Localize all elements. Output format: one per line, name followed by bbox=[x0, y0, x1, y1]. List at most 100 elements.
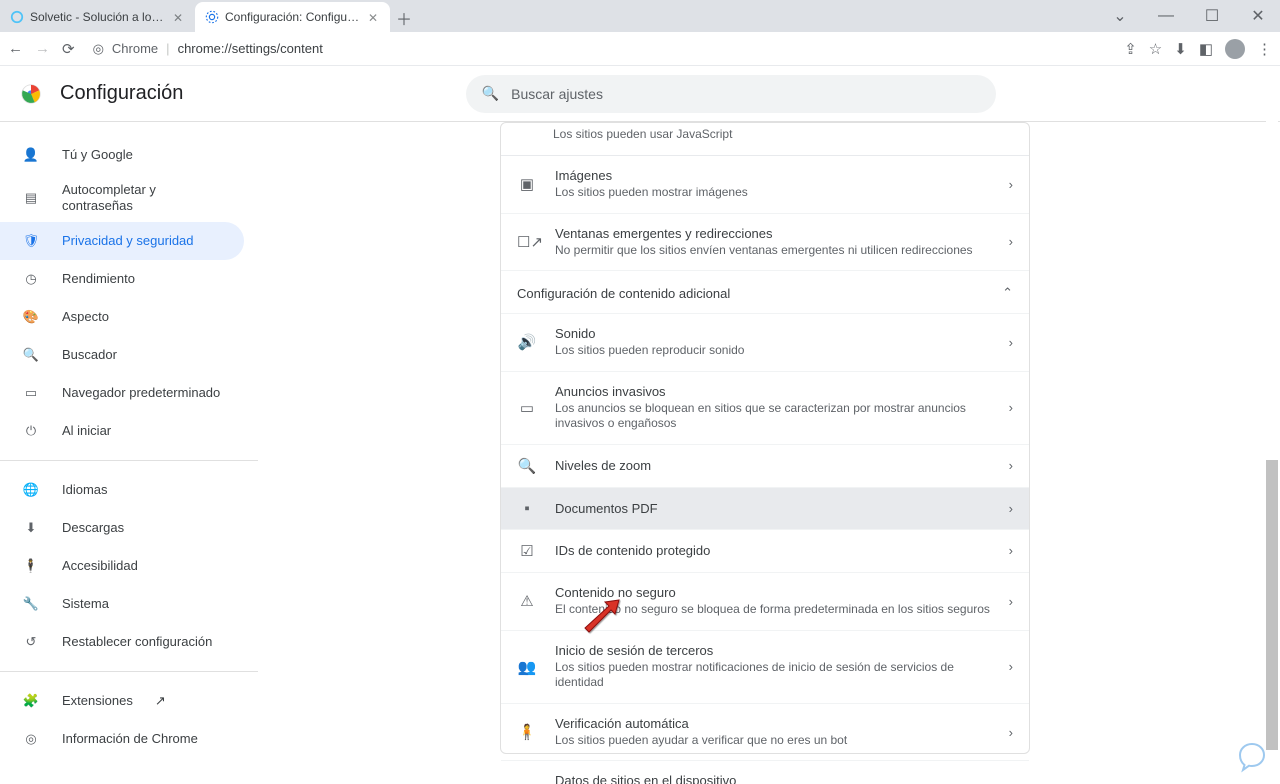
truncated-row-subtitle: Los sitios pueden usar JavaScript bbox=[501, 123, 1029, 156]
url-text: chrome://settings/content bbox=[178, 41, 323, 56]
settings-sidebar: 👤 Tú y Google ▤Autocompletar y contraseñas… bbox=[0, 122, 258, 784]
sidebar-item[interactable]: 🎨Aspecto bbox=[0, 298, 244, 336]
chevron-right-icon: › bbox=[1009, 234, 1013, 249]
autofill-icon: ▤ bbox=[22, 190, 40, 206]
person-icon: 👤 bbox=[22, 147, 40, 163]
content-setting-row[interactable]: ▭Anuncios invasivosLos anuncios se bloqu… bbox=[501, 372, 1029, 445]
additional-content-section-header[interactable]: Configuración de contenido adicional⌃ bbox=[501, 271, 1029, 314]
sidebar-item-label: Tú y Google bbox=[62, 147, 133, 163]
sidebar-item[interactable]: 🧩Extensiones↗ bbox=[0, 682, 244, 720]
page-title: Configuración bbox=[60, 82, 183, 105]
settings-search-input[interactable]: 🔍 Buscar ajustes bbox=[466, 75, 996, 113]
sidebar-item-label: Buscador bbox=[62, 347, 117, 363]
sidebar-item[interactable]: 👤 Tú y Google bbox=[0, 136, 244, 174]
bookmark-icon[interactable]: ☆ bbox=[1149, 40, 1162, 58]
row-subtitle: Los sitios pueden mostrar notificaciones… bbox=[555, 660, 991, 691]
address-bar[interactable]: ◎ Chrome | chrome://settings/content bbox=[85, 41, 1115, 57]
forward-button[interactable]: → bbox=[35, 40, 50, 58]
sidebar-item-label: Extensiones bbox=[62, 693, 133, 709]
content-setting-row[interactable]: ▪Documentos PDF› bbox=[501, 488, 1029, 530]
sidebar-item[interactable]: 🔍Buscador bbox=[0, 336, 244, 374]
content-setting-row[interactable]: 🧍Verificación automáticaLos sitios puede… bbox=[501, 704, 1029, 762]
sidebar-item[interactable]: 🔧 Sistema bbox=[0, 585, 244, 623]
zoom-icon: 🔍 bbox=[517, 457, 537, 475]
sidebar-item[interactable]: ▭Navegador predeterminado bbox=[0, 374, 244, 412]
sound-icon: 🔊 bbox=[517, 333, 537, 351]
chevron-right-icon: › bbox=[1009, 543, 1013, 558]
site-info-icon[interactable]: ◎ bbox=[93, 41, 104, 57]
window-controls: ⌄ ― ☐ ✕ bbox=[1106, 0, 1272, 32]
sidebar-item[interactable]: ◎ Información de Chrome bbox=[0, 720, 244, 758]
tab-title: Configuración: Configuración d bbox=[225, 10, 362, 24]
settings-main: Los sitios pueden usar JavaScript▣Imágen… bbox=[258, 122, 1280, 784]
tab-strip: Solvetic - Solución a los proble ✕ Confi… bbox=[0, 0, 1280, 32]
sidebar-item[interactable]: ▤Autocompletar y contraseñas bbox=[0, 174, 244, 222]
chevron-right-icon: › bbox=[1009, 335, 1013, 350]
content-setting-row[interactable]: ⚠Contenido no seguroEl contenido no segu… bbox=[501, 573, 1029, 631]
share-icon[interactable]: ⇪ bbox=[1124, 40, 1137, 58]
row-title: Documentos PDF bbox=[555, 501, 991, 516]
row-subtitle: Los anuncios se bloquean en sitios que s… bbox=[555, 401, 991, 432]
section-title: Configuración de contenido adicional bbox=[517, 286, 730, 301]
globe-icon: 🌐 bbox=[22, 482, 40, 498]
row-title: Imágenes bbox=[555, 168, 991, 183]
chevron-right-icon: › bbox=[1009, 177, 1013, 192]
sidebar-item-label: Navegador predeterminado bbox=[62, 385, 220, 401]
sidebar-item-label: Información de Chrome bbox=[62, 731, 198, 747]
row-title: Inicio de sesión de terceros bbox=[555, 643, 991, 658]
sidebar-item[interactable]: ⏻Al iniciar bbox=[0, 412, 244, 450]
help-bubble-icon[interactable] bbox=[1234, 740, 1270, 776]
sidebar-item[interactable]: 🕴 Accesibilidad bbox=[0, 547, 244, 585]
row-title: Ventanas emergentes y redirecciones bbox=[555, 226, 991, 241]
shield-icon: 🛡 bbox=[22, 233, 40, 249]
row-subtitle: Los sitios pueden ayudar a verificar que… bbox=[555, 733, 991, 749]
solvetic-favicon bbox=[10, 10, 24, 24]
browser-tab-active[interactable]: Configuración: Configuración d ✕ bbox=[195, 2, 390, 32]
content-setting-row[interactable]: ☑IDs de contenido protegido› bbox=[501, 530, 1029, 573]
sidebar-item-label: Rendimiento bbox=[62, 271, 135, 287]
back-button[interactable]: ← bbox=[8, 40, 23, 58]
content-setting-row[interactable]: 👥Inicio de sesión de tercerosLos sitios … bbox=[501, 631, 1029, 704]
sidebar-item[interactable]: ↺Restablecer configuración bbox=[0, 623, 244, 661]
content-setting-row[interactable]: 🔍Niveles de zoom› bbox=[501, 445, 1029, 488]
content-setting-row[interactable]: 🔊SonidoLos sitios pueden reproducir soni… bbox=[501, 314, 1029, 372]
minimize-icon[interactable]: ― bbox=[1152, 7, 1180, 25]
maximize-icon[interactable]: ☐ bbox=[1198, 6, 1226, 26]
scrollbar-thumb[interactable] bbox=[1266, 460, 1278, 750]
accessibility-icon: 🕴 bbox=[22, 558, 40, 574]
reload-button[interactable]: ⟳ bbox=[62, 40, 75, 58]
browser-tab[interactable]: Solvetic - Solución a los proble ✕ bbox=[0, 2, 195, 32]
new-tab-button[interactable]: ＋ bbox=[390, 4, 418, 32]
chrome-icon: ◎ bbox=[22, 731, 40, 747]
close-tab-icon[interactable]: ✕ bbox=[368, 11, 380, 23]
sidebar-item-label: Al iniciar bbox=[62, 423, 111, 439]
search-placeholder: Buscar ajustes bbox=[511, 86, 603, 102]
download-icon[interactable]: ⬇ bbox=[1174, 40, 1187, 58]
puzzle-icon: 🧩 bbox=[22, 693, 40, 709]
chevron-right-icon: › bbox=[1009, 594, 1013, 609]
sidebar-item[interactable]: ◷Rendimiento bbox=[0, 260, 244, 298]
sidebar-item-label: Accesibilidad bbox=[62, 558, 138, 574]
chrome-logo-icon bbox=[20, 83, 42, 105]
sidebar-item[interactable]: ⬇Descargas bbox=[0, 509, 244, 547]
row-title: IDs de contenido protegido bbox=[555, 543, 991, 558]
chevron-down-icon[interactable]: ⌄ bbox=[1106, 6, 1134, 26]
content-setting-row[interactable]: ▣ImágenesLos sitios pueden mostrar imáge… bbox=[501, 156, 1029, 214]
extensions-icon[interactable]: ◧ bbox=[1199, 40, 1213, 58]
profile-avatar[interactable] bbox=[1225, 39, 1245, 59]
row-title: Verificación automática bbox=[555, 716, 991, 731]
appearance-icon: 🎨 bbox=[22, 309, 40, 325]
download-icon: ⬇ bbox=[22, 520, 40, 536]
chevron-right-icon: › bbox=[1009, 400, 1013, 415]
content-setting-row[interactable]: ☐↗Ventanas emergentes y redireccionesNo … bbox=[501, 214, 1029, 272]
close-window-icon[interactable]: ✕ bbox=[1244, 6, 1272, 26]
url-scheme: Chrome bbox=[112, 41, 158, 56]
sidebar-item-label: Restablecer configuración bbox=[62, 634, 212, 650]
sidebar-item[interactable]: 🛡Privacidad y seguridad bbox=[0, 222, 244, 260]
content-setting-row[interactable]: ≡Datos de sitios en el dispositivoLos si… bbox=[501, 761, 1029, 784]
sidebar-item-label: Sistema bbox=[62, 596, 109, 612]
sidebar-item[interactable]: 🌐Idiomas bbox=[0, 471, 244, 509]
chrome-menu-icon[interactable]: ⋮ bbox=[1257, 40, 1272, 58]
wrench-icon: 🔧 bbox=[22, 596, 40, 612]
close-tab-icon[interactable]: ✕ bbox=[173, 11, 185, 23]
